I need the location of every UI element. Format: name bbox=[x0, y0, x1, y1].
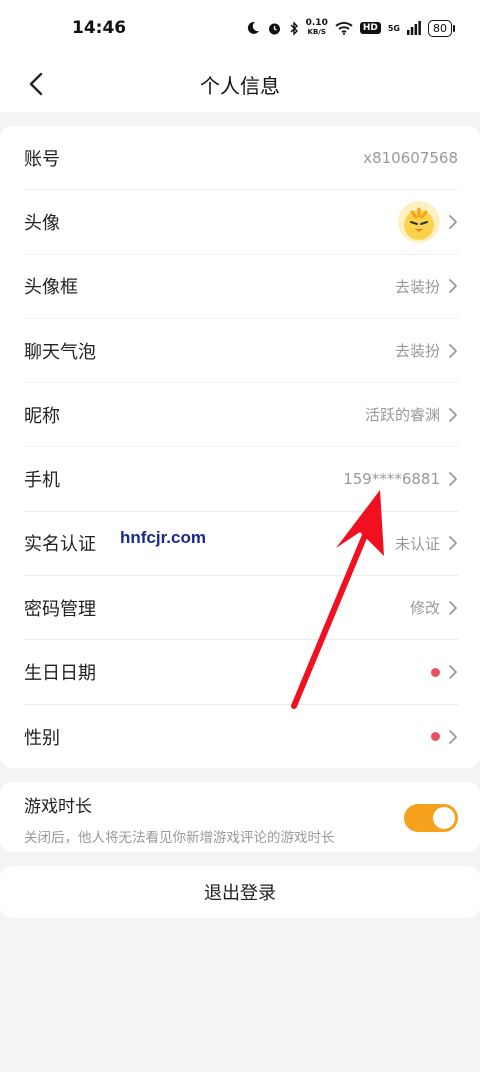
watermark-text: hnfcjr.com bbox=[120, 528, 206, 547]
chevron-right-icon bbox=[449, 407, 457, 422]
status-bar: 14:46 0.10 KB/S HD 5G 80 bbox=[0, 0, 480, 56]
row-right: 活跃的睿渊 bbox=[365, 404, 458, 425]
chevron-right-icon bbox=[449, 279, 457, 294]
row-account: 账号 x810607568 bbox=[24, 126, 458, 191]
row-password[interactable]: 密码管理 修改 bbox=[24, 576, 458, 641]
signal-icon bbox=[407, 21, 421, 35]
row-right: 修改 bbox=[410, 597, 458, 618]
chevron-right-icon bbox=[449, 665, 457, 679]
account-id: x810607568 bbox=[363, 148, 458, 167]
row-label: 账号 bbox=[24, 148, 60, 170]
alarm-icon bbox=[268, 23, 280, 34]
back-button[interactable] bbox=[16, 64, 56, 104]
speed-value: 0.10 bbox=[305, 18, 328, 28]
row-avatar-frame[interactable]: 头像框 去装扮 bbox=[24, 255, 458, 319]
chevron-left-icon bbox=[29, 72, 43, 96]
unset-dot bbox=[431, 732, 440, 742]
row-label: 头像框 bbox=[24, 277, 78, 299]
chevron-right-icon bbox=[449, 472, 457, 487]
battery-indicator: 80 bbox=[428, 19, 455, 37]
row-right bbox=[398, 200, 458, 243]
game-time-toggle[interactable] bbox=[404, 804, 458, 832]
chick-avatar-icon bbox=[404, 207, 434, 240]
game-time-title: 游戏时长 bbox=[24, 797, 92, 817]
row-right: 去装扮 bbox=[395, 340, 458, 361]
chevron-right-icon bbox=[449, 215, 457, 229]
bluetooth-icon bbox=[290, 20, 298, 36]
network-speed: 0.10 KB/S bbox=[306, 19, 328, 37]
row-label: 头像 bbox=[24, 212, 60, 234]
row-right bbox=[431, 665, 458, 679]
row-real-name[interactable]: 实名认证 未认证 bbox=[24, 512, 458, 577]
wifi-icon bbox=[335, 22, 353, 35]
row-label: 生日日期 bbox=[24, 663, 96, 685]
row-value: 活跃的睿渊 bbox=[364, 406, 440, 425]
row-label: 实名认证 bbox=[24, 534, 96, 556]
page-title: 个人信息 bbox=[200, 73, 280, 98]
toggle-knob bbox=[433, 807, 455, 829]
row-value: 去装扮 bbox=[394, 277, 440, 296]
row-right: 去装扮 bbox=[395, 276, 458, 297]
row-right: 未认证 bbox=[395, 533, 458, 554]
row-birthday[interactable]: 生日日期 bbox=[24, 640, 458, 705]
network-type: 5G bbox=[387, 23, 400, 33]
status-icons: 0.10 KB/S HD 5G 80 bbox=[246, 19, 455, 37]
row-nickname[interactable]: 昵称 活跃的睿渊 bbox=[24, 383, 458, 448]
game-time-description: 关闭后，他人将无法看见你新增游戏评论的游戏时长 bbox=[24, 830, 335, 846]
row-label: 昵称 bbox=[24, 405, 60, 427]
profile-card: 账号 x810607568 头像 头像框 去装扮 聊天气泡 去装扮 昵称 活跃的… bbox=[0, 126, 480, 768]
hd-badge: HD bbox=[359, 22, 381, 34]
logout-label: 退出登录 bbox=[204, 883, 276, 904]
row-gender[interactable]: 性别 bbox=[24, 705, 458, 769]
row-right: x810607568 bbox=[363, 149, 458, 167]
game-time-card: 游戏时长 关闭后，他人将无法看见你新增游戏评论的游戏时长 bbox=[0, 782, 480, 852]
row-avatar[interactable]: 头像 bbox=[24, 190, 458, 255]
row-label: 手机 bbox=[24, 470, 60, 492]
logout-button[interactable]: 退出登录 bbox=[0, 866, 480, 918]
chevron-right-icon bbox=[449, 600, 457, 615]
row-value: 修改 bbox=[409, 599, 440, 618]
row-right: 159****6881 bbox=[343, 470, 458, 488]
chevron-right-icon bbox=[449, 536, 457, 551]
unset-dot bbox=[431, 667, 440, 677]
avatar bbox=[398, 200, 440, 243]
row-chat-bubble[interactable]: 聊天气泡 去装扮 bbox=[24, 319, 458, 384]
row-value: 去装扮 bbox=[394, 342, 440, 361]
header: 个人信息 bbox=[0, 56, 480, 112]
row-right bbox=[431, 729, 458, 744]
status-time: 14:46 bbox=[72, 18, 127, 38]
row-value: 未认证 bbox=[394, 534, 440, 553]
row-value: 159****6881 bbox=[343, 470, 440, 489]
row-label: 聊天气泡 bbox=[24, 341, 96, 363]
row-phone[interactable]: 手机 159****6881 bbox=[24, 447, 458, 512]
row-label: 性别 bbox=[24, 727, 60, 749]
speed-unit: KB/S bbox=[307, 28, 326, 36]
row-label: 密码管理 bbox=[24, 598, 96, 620]
chevron-right-icon bbox=[449, 343, 457, 358]
moon-icon bbox=[247, 21, 259, 34]
chevron-right-icon bbox=[449, 729, 457, 744]
